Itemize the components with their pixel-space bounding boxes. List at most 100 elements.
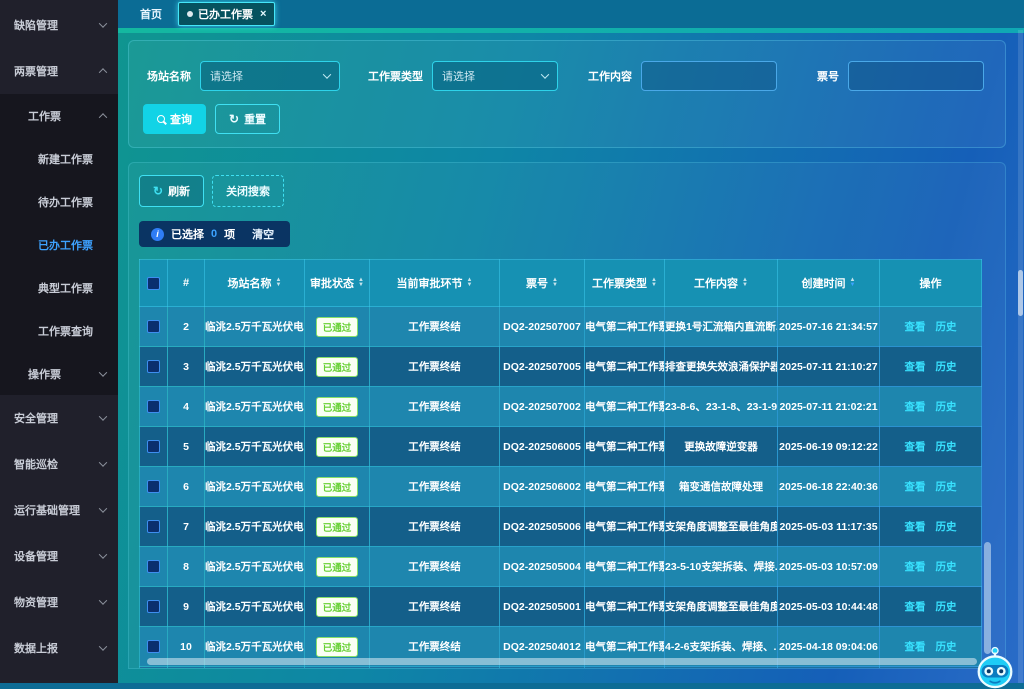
tab-home[interactable]: 首页 [130, 2, 172, 26]
partial-cell [168, 667, 205, 670]
table-row[interactable]: 4临洮2.5万千瓦光伏电...已通过工作票终结DQ2-202507002电气第二… [140, 387, 982, 427]
column-header-3[interactable]: 当前审批环节▲▼ [370, 260, 500, 307]
row-checkbox[interactable] [147, 640, 160, 653]
history-link[interactable]: 历史 [936, 481, 957, 493]
history-link[interactable]: 历史 [936, 521, 957, 533]
sidebar-item-10[interactable]: 智能巡检 [0, 441, 118, 487]
table-row[interactable]: 7临洮2.5万千瓦光伏电...已通过工作票终结DQ2-202505006电气第二… [140, 507, 982, 547]
ticket-type-cell: 电气第二种工作票 [585, 427, 665, 467]
table-row[interactable]: 9临洮2.5万千瓦光伏电...已通过工作票终结DQ2-202505001电气第二… [140, 587, 982, 627]
tab-done-work-tickets[interactable]: 已办工作票 × [178, 2, 275, 26]
column-header-7[interactable]: 创建时间▲▼ [778, 260, 880, 307]
sort-arrows-icon[interactable]: ▲▼ [651, 278, 657, 288]
partial-cell [665, 667, 778, 670]
table-row[interactable]: 8临洮2.5万千瓦光伏电...已通过工作票终结DQ2-202505004电气第二… [140, 547, 982, 587]
view-link[interactable]: 查看 [905, 561, 926, 573]
clear-selection-link[interactable]: 清空 [252, 226, 274, 242]
sidebar-item-9[interactable]: 安全管理 [0, 395, 118, 441]
row-checkbox[interactable] [147, 520, 160, 533]
select-all-checkbox[interactable] [147, 277, 160, 290]
sidebar-nav: 缺陷管理两票管理工作票新建工作票待办工作票已办工作票典型工作票工作票查询操作票安… [0, 2, 118, 671]
column-header-5[interactable]: 工作票类型 ▲▼ [585, 260, 665, 307]
station-cell: 临洮2.5万千瓦光伏电... [205, 467, 305, 507]
history-link[interactable]: 历史 [936, 561, 957, 573]
history-link[interactable]: 历史 [936, 641, 957, 653]
table-row[interactable]: 2临洮2.5万千瓦光伏电...已通过工作票终结DQ2-202507007电气第二… [140, 307, 982, 347]
column-header-6[interactable]: 工作内容▲▼ [665, 260, 778, 307]
chevron-down-icon [99, 504, 107, 512]
assistant-robot-button[interactable] [972, 643, 1018, 689]
reset-button[interactable]: ↻ 重置 [215, 104, 280, 134]
status-cell: 已通过 [305, 427, 370, 467]
work-content-input[interactable] [641, 61, 777, 91]
row-checkbox[interactable] [147, 440, 160, 453]
sidebar-item-7[interactable]: 工作票查询 [0, 309, 118, 352]
row-checkbox[interactable] [147, 600, 160, 613]
table-row[interactable]: 5临洮2.5万千瓦光伏电...已通过工作票终结DQ2-202506005电气第二… [140, 427, 982, 467]
row-checkbox[interactable] [147, 560, 160, 573]
tab-close-icon[interactable]: × [260, 8, 266, 20]
view-link[interactable]: 查看 [905, 321, 926, 333]
query-button[interactable]: 查询 [143, 104, 206, 134]
table-vertical-scrollbar[interactable] [984, 542, 991, 654]
sidebar-item-6[interactable]: 典型工作票 [0, 266, 118, 309]
horizontal-scrollbar[interactable] [147, 658, 977, 665]
row-checkbox[interactable] [147, 320, 160, 333]
history-link[interactable]: 历史 [936, 441, 957, 453]
sidebar-item-4[interactable]: 待办工作票 [0, 180, 118, 223]
ticket-no-input[interactable] [848, 61, 984, 91]
row-index-cell: 9 [168, 587, 205, 627]
history-link[interactable]: 历史 [936, 601, 957, 613]
column-header-0: # [168, 260, 205, 307]
view-link[interactable]: 查看 [905, 481, 926, 493]
station-cell: 临洮2.5万千瓦光伏电... [205, 347, 305, 387]
view-link[interactable]: 查看 [905, 641, 926, 653]
station-cell: 临洮2.5万千瓦光伏电... [205, 587, 305, 627]
ticket-type-select[interactable]: 请选择 [432, 61, 558, 91]
history-link[interactable]: 历史 [936, 361, 957, 373]
table-row[interactable]: 3临洮2.5万千瓦光伏电...已通过工作票终结DQ2-202507005电气第二… [140, 347, 982, 387]
table-row[interactable]: 6临洮2.5万千瓦光伏电...已通过工作票终结DQ2-202506002电气第二… [140, 467, 982, 507]
sort-arrows-icon[interactable]: ▲▼ [552, 278, 558, 288]
sort-arrows-icon[interactable]: ▲▼ [358, 278, 364, 288]
sidebar-item-14[interactable]: 数据上报 [0, 625, 118, 671]
history-link[interactable]: 历史 [936, 321, 957, 333]
operations-cell: 查看历史 [880, 427, 982, 467]
sidebar-item-0[interactable]: 缺陷管理 [0, 2, 118, 48]
sort-arrows-icon[interactable]: ▲▼ [276, 278, 282, 288]
row-checkbox[interactable] [147, 480, 160, 493]
row-checkbox-cell [140, 347, 168, 387]
sidebar-item-5[interactable]: 已办工作票 [0, 223, 118, 266]
row-checkbox[interactable] [147, 400, 160, 413]
column-header-label: 工作票类型 [592, 275, 647, 291]
column-header-1[interactable]: 场站名称▲▼ [205, 260, 305, 307]
refresh-button[interactable]: ↻ 刷新 [139, 175, 204, 207]
page-scrollbar-thumb[interactable] [1018, 270, 1023, 316]
row-checkbox[interactable] [147, 360, 160, 373]
close-search-button[interactable]: 关闭搜索 [212, 175, 284, 207]
sidebar-item-8[interactable]: 操作票 [0, 352, 118, 395]
view-link[interactable]: 查看 [905, 401, 926, 413]
station-cell: 临洮2.5万千瓦光伏电... [205, 507, 305, 547]
view-link[interactable]: 查看 [905, 521, 926, 533]
sort-arrows-icon[interactable]: ▲▼ [850, 278, 856, 288]
work-content-cell: 更换1号汇流箱内直流断... [665, 307, 778, 347]
history-link[interactable]: 历史 [936, 401, 957, 413]
view-link[interactable]: 查看 [905, 361, 926, 373]
view-link[interactable]: 查看 [905, 441, 926, 453]
sort-arrows-icon[interactable]: ▲▼ [742, 278, 748, 288]
partial-cell [585, 667, 665, 670]
view-link[interactable]: 查看 [905, 601, 926, 613]
approval-step-cell: 工作票终结 [370, 347, 500, 387]
sidebar-item-3[interactable]: 新建工作票 [0, 137, 118, 180]
station-name-select[interactable]: 请选择 [200, 61, 340, 91]
sidebar-item-11[interactable]: 运行基础管理 [0, 487, 118, 533]
sidebar-item-1[interactable]: 两票管理 [0, 48, 118, 94]
column-header-4[interactable]: 票号▲▼ [500, 260, 585, 307]
sidebar-item-2[interactable]: 工作票 [0, 94, 118, 137]
sidebar-item-13[interactable]: 物资管理 [0, 579, 118, 625]
sort-arrows-icon[interactable]: ▲▼ [467, 278, 473, 288]
sidebar-item-12[interactable]: 设备管理 [0, 533, 118, 579]
partial-cell [500, 667, 585, 670]
column-header-2[interactable]: 审批状态▲▼ [305, 260, 370, 307]
